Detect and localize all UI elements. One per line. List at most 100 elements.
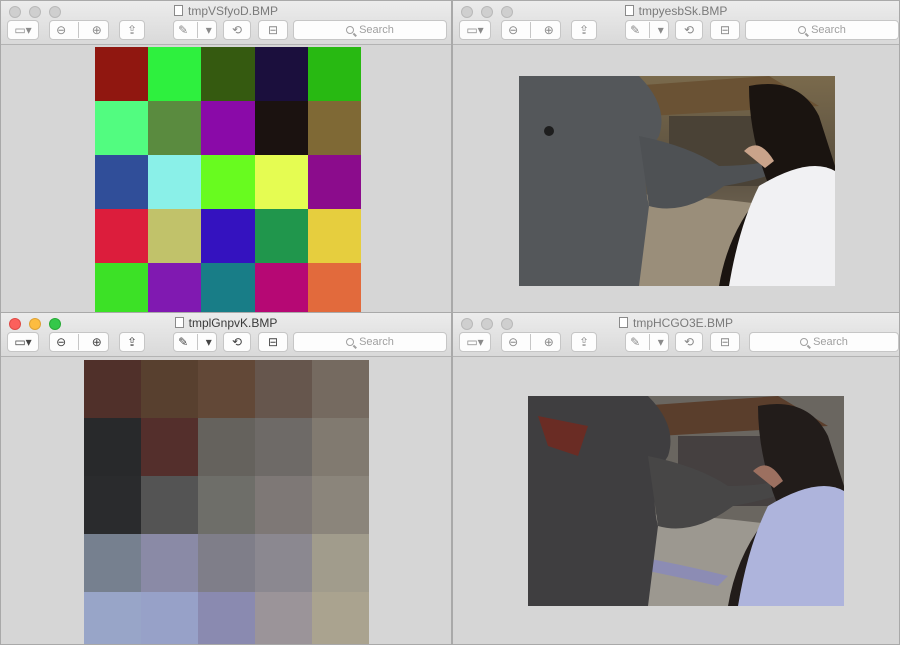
preview-window-1: tmpVSfyoD.BMP ▭▾ ⊖ ⊕ ⇪ ✎ ▾ ⟲ ⊟ Search <box>0 0 452 313</box>
grid-cell <box>255 592 312 644</box>
grid-cell <box>141 592 198 644</box>
grid-cell <box>255 418 312 476</box>
search-placeholder: Search <box>813 336 848 348</box>
zoom-out-icon[interactable]: ⊖ <box>508 23 518 37</box>
pen-icon: ✎ <box>630 335 641 349</box>
chevron-down-icon: ▾ <box>205 23 212 37</box>
grid-cell <box>95 263 149 312</box>
grid-cell <box>84 418 141 476</box>
image-canvas <box>453 46 899 312</box>
markup-button[interactable]: ✎ ▾ <box>173 332 217 352</box>
grid-cell <box>95 155 149 209</box>
grid-cell <box>198 534 255 592</box>
grid-cell <box>254 101 308 155</box>
grid-cell <box>141 360 198 418</box>
rotate-icon: ⟲ <box>231 335 243 349</box>
grid-cell <box>141 418 198 476</box>
grid-cell <box>255 360 312 418</box>
titlebar[interactable]: tmpVSfyoD.BMP ▭▾ ⊖ ⊕ ⇪ ✎ ▾ ⟲ ⊟ Search <box>1 1 451 45</box>
share-button[interactable]: ⇪ <box>119 20 145 40</box>
zoom-in-icon[interactable]: ⊕ <box>92 23 102 37</box>
zoom-out-icon[interactable]: ⊖ <box>508 335 518 349</box>
zoom-in-icon[interactable]: ⊕ <box>544 23 554 37</box>
rotate-button[interactable]: ⟲ <box>675 20 703 40</box>
pen-icon: ✎ <box>178 23 189 37</box>
search-field[interactable]: Search <box>293 20 447 40</box>
titlebar[interactable]: tmpyesbSk.BMP ▭▾ ⊖ ⊕ ⇪ ✎ ▾ ⟲ ⊟ Search <box>453 1 899 45</box>
markup-button[interactable]: ✎ ▾ <box>625 20 669 40</box>
grid-cell <box>148 101 202 155</box>
toolbox-button[interactable]: ⊟ <box>710 332 740 352</box>
share-button[interactable]: ⇪ <box>571 332 597 352</box>
document-icon <box>173 5 183 16</box>
document-icon <box>624 5 634 16</box>
zoom-out-icon[interactable]: ⊖ <box>56 23 66 37</box>
zoom-controls: ⊖ ⊕ <box>49 332 109 352</box>
grid-cell <box>198 592 255 644</box>
grid-cell <box>307 47 361 101</box>
sidebar-toggle-button[interactable]: ▭▾ <box>459 20 491 40</box>
sidebar-toggle-button[interactable]: ▭▾ <box>459 332 491 352</box>
window-title: tmplGnpvK.BMP <box>188 316 278 330</box>
titlebar[interactable]: tmpHCGO3E.BMP ▭▾ ⊖ ⊕ ⇪ ✎ ▾ ⟲ ⊟ Search <box>453 313 899 357</box>
grid-cell <box>198 476 255 534</box>
window-title: tmpHCGO3E.BMP <box>632 316 734 330</box>
share-button[interactable]: ⇪ <box>571 20 597 40</box>
sidebar-icon: ▭▾ <box>14 335 32 349</box>
document-icon <box>174 317 184 328</box>
share-icon: ⇪ <box>578 23 590 37</box>
toolbox-button[interactable]: ⊟ <box>258 20 288 40</box>
titlebar[interactable]: tmplGnpvK.BMP ▭▾ ⊖ ⊕ ⇪ ✎ ▾ ⟲ ⊟ Search <box>1 313 451 357</box>
rotate-button[interactable]: ⟲ <box>223 332 251 352</box>
sidebar-toggle-button[interactable]: ▭▾ <box>7 332 39 352</box>
share-icon: ⇪ <box>578 335 590 349</box>
grid-cell <box>148 209 202 263</box>
grid-cell <box>254 209 308 263</box>
zoom-controls: ⊖ ⊕ <box>501 20 561 40</box>
grid-cell <box>307 263 361 312</box>
toolbox-icon: ⊟ <box>267 23 279 37</box>
share-icon: ⇪ <box>126 335 138 349</box>
rotate-button[interactable]: ⟲ <box>223 20 251 40</box>
toolbox-icon: ⊟ <box>719 23 731 37</box>
grid-cell <box>198 360 255 418</box>
grid-cell <box>201 155 255 209</box>
search-icon <box>800 338 809 346</box>
sidebar-toggle-button[interactable]: ▭▾ <box>7 20 39 40</box>
grid-cell <box>141 534 198 592</box>
zoom-in-icon[interactable]: ⊕ <box>92 335 102 349</box>
markup-button[interactable]: ✎ ▾ <box>625 332 669 352</box>
search-field[interactable]: Search <box>293 332 447 352</box>
markup-button[interactable]: ✎ ▾ <box>173 20 217 40</box>
search-placeholder: Search <box>359 24 394 36</box>
zoom-in-icon[interactable]: ⊕ <box>544 335 554 349</box>
rotate-icon: ⟲ <box>683 23 695 37</box>
search-placeholder: Search <box>359 336 394 348</box>
sidebar-icon: ▭▾ <box>466 335 484 349</box>
search-field[interactable]: Search <box>745 20 899 40</box>
toolbox-button[interactable]: ⊟ <box>710 20 740 40</box>
elephant-photo <box>519 76 835 286</box>
toolbox-button[interactable]: ⊟ <box>258 332 288 352</box>
grid-cell <box>148 263 202 312</box>
search-field[interactable]: Search <box>749 332 899 352</box>
image-canvas <box>453 358 899 644</box>
share-button[interactable]: ⇪ <box>119 332 145 352</box>
chevron-down-icon: ▾ <box>657 335 664 349</box>
grid-cell <box>254 47 308 101</box>
zoom-controls: ⊖ ⊕ <box>49 20 109 40</box>
toolbox-icon: ⊟ <box>267 335 279 349</box>
grid-cell <box>95 209 149 263</box>
search-icon <box>346 338 355 346</box>
grid-cell <box>201 209 255 263</box>
pen-icon: ✎ <box>630 23 641 37</box>
zoom-out-icon[interactable]: ⊖ <box>56 335 66 349</box>
search-placeholder: Search <box>811 24 846 36</box>
grid-cell <box>254 263 308 312</box>
grid-cell <box>312 360 369 418</box>
grid-cell <box>84 476 141 534</box>
chevron-down-icon: ▾ <box>657 23 664 37</box>
chevron-down-icon: ▾ <box>205 335 212 349</box>
rotate-icon: ⟲ <box>683 335 695 349</box>
rotate-button[interactable]: ⟲ <box>675 332 703 352</box>
